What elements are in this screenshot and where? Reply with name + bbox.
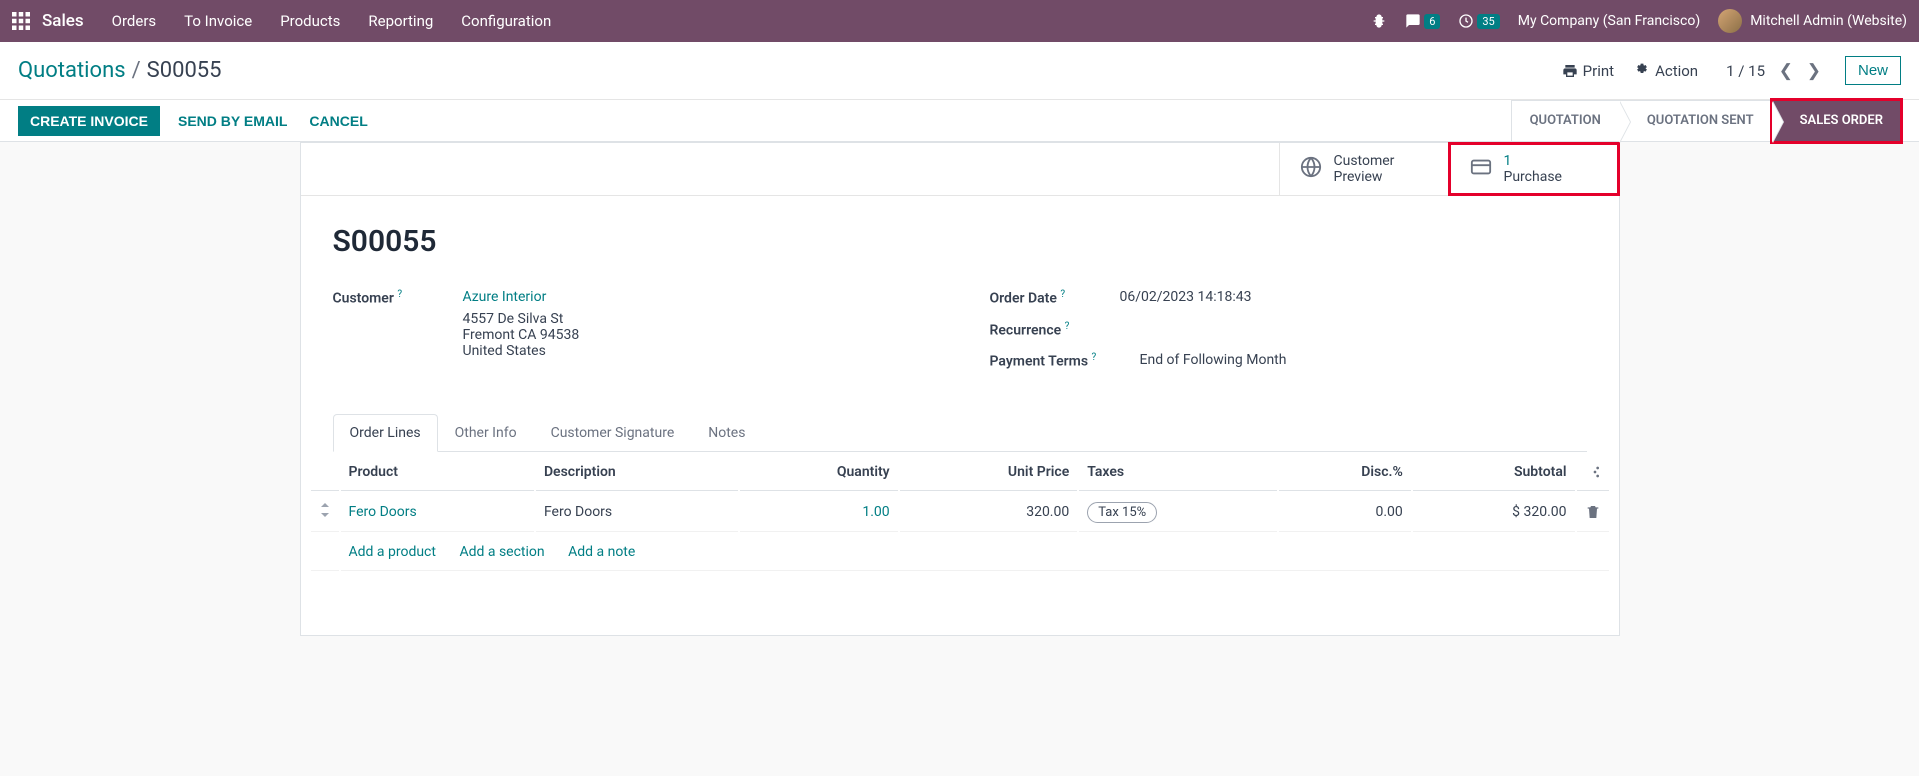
tabs: Order Lines Other Info Customer Signatur… (333, 414, 1587, 452)
col-subtotal[interactable]: Subtotal (1413, 454, 1575, 491)
customer-link[interactable]: Azure Interior (463, 289, 547, 305)
payment-terms-label: Payment Terms ? (990, 352, 1140, 370)
drag-handle-icon[interactable] (311, 493, 339, 532)
col-disc[interactable]: Disc.% (1279, 454, 1411, 491)
cell-taxes[interactable]: Tax 15% (1079, 493, 1276, 532)
status-sales-order[interactable]: SALES ORDER (1772, 100, 1901, 142)
apps-icon[interactable] (12, 12, 30, 30)
pager-next-icon[interactable]: ❯ (1807, 61, 1821, 81)
record-title: S00055 (333, 224, 1587, 259)
customer-preview-button[interactable]: Customer Preview (1279, 143, 1449, 195)
tax-pill[interactable]: Tax 15% (1087, 502, 1157, 523)
pager-text[interactable]: 1 / 15 (1726, 62, 1765, 80)
status-bar: QUOTATION QUOTATION SENT SALES ORDER (1511, 100, 1901, 142)
customer-preview-label1: Customer (1334, 153, 1395, 169)
col-product[interactable]: Product (341, 454, 534, 491)
pager-prev-icon[interactable]: ❮ (1779, 61, 1793, 81)
debug-icon[interactable] (1371, 13, 1387, 29)
new-button[interactable]: New (1845, 56, 1901, 85)
payment-terms-value[interactable]: End of Following Month (1140, 352, 1587, 368)
cell-description[interactable]: Fero Doors (536, 493, 738, 532)
cell-unit-price[interactable]: 320.00 (900, 493, 1078, 532)
help-icon[interactable]: ? (1092, 352, 1097, 363)
menu-products[interactable]: Products (280, 12, 340, 30)
app-brand[interactable]: Sales (42, 11, 84, 31)
help-icon[interactable]: ? (1060, 289, 1065, 300)
messaging-icon[interactable]: 6 (1405, 13, 1440, 29)
cell-disc[interactable]: 0.00 (1279, 493, 1411, 532)
order-date-value[interactable]: 06/02/2023 14:18:43 (1120, 289, 1587, 305)
columns-settings-icon[interactable] (1585, 464, 1601, 480)
purchase-count: 1 (1504, 153, 1562, 169)
customer-addr2: Fremont CA 94538 (463, 327, 930, 343)
menu-orders[interactable]: Orders (112, 12, 157, 30)
col-unit-price[interactable]: Unit Price (900, 454, 1078, 491)
table-row[interactable]: Fero Doors Fero Doors 1.00 320.00 Tax 15… (311, 493, 1609, 532)
menu-reporting[interactable]: Reporting (368, 12, 433, 30)
order-date-label: Order Date ? (990, 289, 1120, 307)
status-quotation-sent[interactable]: QUOTATION SENT (1619, 100, 1772, 142)
top-navbar: Sales Orders To Invoice Products Reporti… (0, 0, 1919, 42)
messaging-badge: 6 (1424, 14, 1440, 29)
cell-product[interactable]: Fero Doors (341, 493, 534, 532)
send-by-email-button[interactable]: SEND BY EMAIL (178, 113, 287, 129)
col-quantity[interactable]: Quantity (740, 454, 898, 491)
help-icon[interactable]: ? (1065, 321, 1070, 332)
customer-label: Customer ? (333, 289, 463, 307)
user-name: Mitchell Admin (Website) (1750, 13, 1907, 29)
tab-other-info[interactable]: Other Info (438, 414, 534, 452)
order-lines-table: Product Description Quantity Unit Price … (309, 452, 1611, 635)
col-description[interactable]: Description (536, 454, 738, 491)
avatar (1718, 9, 1742, 33)
tab-customer-signature[interactable]: Customer Signature (534, 414, 692, 452)
company-switcher[interactable]: My Company (San Francisco) (1518, 13, 1700, 29)
button-box: Customer Preview 1 Purchase (301, 143, 1619, 196)
breadcrumb-sep: / (132, 58, 141, 83)
delete-row-icon[interactable] (1585, 504, 1601, 520)
pager: 1 / 15 ❮ ❯ (1726, 61, 1821, 81)
breadcrumb-current: S00055 (147, 58, 222, 83)
breadcrumb-parent[interactable]: Quotations (18, 58, 126, 83)
recurrence-label: Recurrence ? (990, 321, 1120, 339)
add-section-link[interactable]: Add a section (459, 544, 544, 560)
activities-badge: 35 (1477, 14, 1499, 29)
cell-quantity[interactable]: 1.00 (740, 493, 898, 532)
tab-order-lines[interactable]: Order Lines (333, 414, 438, 452)
create-invoice-button[interactable]: CREATE INVOICE (18, 106, 160, 136)
user-menu[interactable]: Mitchell Admin (Website) (1718, 9, 1907, 33)
status-quotation[interactable]: QUOTATION (1511, 100, 1619, 142)
tab-notes[interactable]: Notes (691, 414, 762, 452)
add-note-link[interactable]: Add a note (568, 544, 635, 560)
customer-addr3: United States (463, 343, 930, 359)
globe-icon (1300, 156, 1322, 182)
add-product-link[interactable]: Add a product (349, 544, 436, 560)
purchase-button[interactable]: 1 Purchase (1449, 143, 1619, 195)
col-taxes[interactable]: Taxes (1079, 454, 1276, 491)
customer-addr1: 4557 De Silva St (463, 311, 930, 327)
menu-configuration[interactable]: Configuration (461, 12, 551, 30)
cancel-button[interactable]: CANCEL (309, 113, 367, 129)
cell-subtotal: $ 320.00 (1413, 493, 1575, 532)
activities-icon[interactable]: 35 (1458, 13, 1499, 29)
breadcrumb-bar: Quotations / S00055 Print Action 1 / 15 … (0, 42, 1919, 100)
purchase-label: Purchase (1504, 169, 1562, 185)
menu-to-invoice[interactable]: To Invoice (184, 12, 252, 30)
form-sheet: Customer Preview 1 Purchase S00055 C (300, 142, 1620, 636)
help-icon[interactable]: ? (397, 289, 402, 300)
print-button[interactable]: Print (1562, 62, 1614, 80)
action-button[interactable]: Action (1634, 62, 1698, 80)
customer-preview-label2: Preview (1334, 169, 1395, 185)
credit-card-icon (1470, 156, 1492, 182)
action-bar: CREATE INVOICE SEND BY EMAIL CANCEL QUOT… (0, 100, 1919, 142)
